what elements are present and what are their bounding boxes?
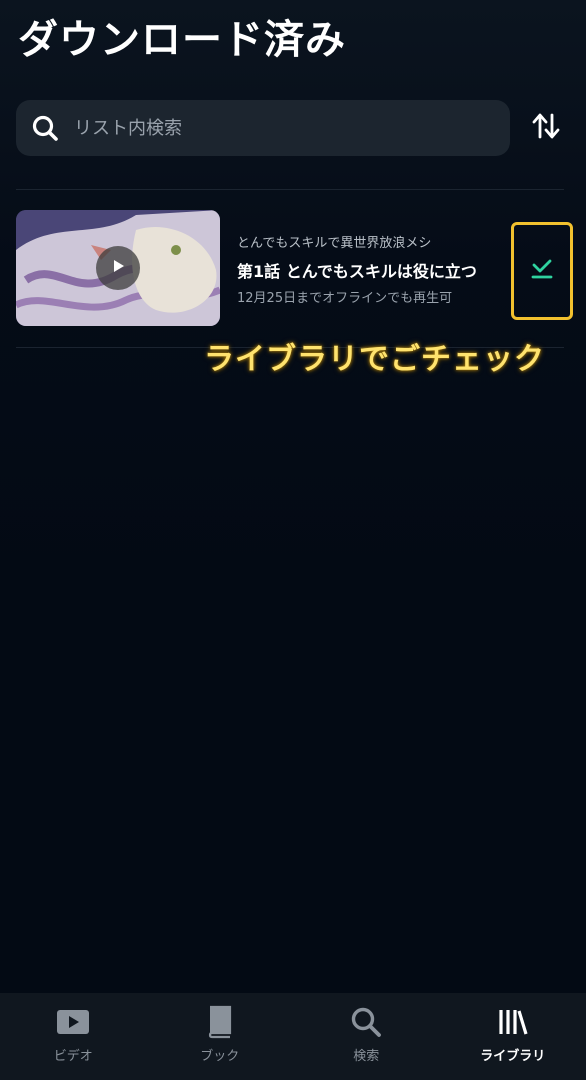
downloads-screen: ダウンロード済み リスト内検索 とんでもスキルで異世界放浪メシ 第1話 とんでも… xyxy=(0,0,586,1080)
search-input[interactable] xyxy=(72,116,476,140)
offline-expiry-text: 12月25日までオフラインでも再生可 xyxy=(237,291,453,306)
tab-label: ライブラリ xyxy=(480,1049,546,1064)
tab-label: 検索 xyxy=(353,1049,380,1064)
tab-book[interactable]: ブック xyxy=(147,993,294,1080)
annotation-caption: ライブラリでごチェック xyxy=(204,342,545,377)
bottom-tab-bar: ビデオ ブック 検索 ライブラリ xyxy=(0,993,586,1080)
tab-video[interactable]: ビデオ xyxy=(0,993,147,1080)
play-icon xyxy=(109,257,127,279)
tab-label: ビデオ xyxy=(53,1049,93,1064)
tab-label: ブック xyxy=(200,1049,240,1064)
page-title: ダウンロード済み xyxy=(18,17,346,63)
sort-icon xyxy=(531,111,561,145)
downloaded-status-button[interactable] xyxy=(511,222,573,320)
download-complete-icon xyxy=(529,256,555,286)
play-button[interactable] xyxy=(96,246,140,290)
divider xyxy=(16,189,564,190)
search-bar[interactable] xyxy=(16,100,510,156)
search-icon xyxy=(30,113,60,143)
tab-search[interactable]: 検索 xyxy=(293,993,440,1080)
episode-title[interactable]: 第1話 とんでもスキルは役に立つ xyxy=(237,258,477,282)
sort-button[interactable] xyxy=(526,108,566,148)
search-icon xyxy=(348,1005,384,1039)
library-icon xyxy=(495,1005,531,1039)
video-icon xyxy=(55,1005,91,1039)
book-icon xyxy=(202,1005,238,1039)
episode-thumbnail[interactable] xyxy=(16,210,220,326)
series-title: とんでもスキルで異世界放浪メシ xyxy=(237,236,432,251)
tab-library[interactable]: ライブラリ xyxy=(440,993,586,1080)
